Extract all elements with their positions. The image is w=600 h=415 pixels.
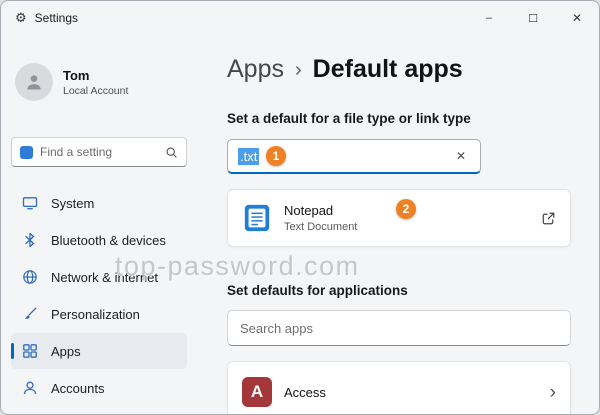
find-a-setting-input[interactable]: [40, 145, 158, 159]
sidebar-item-label: Apps: [51, 344, 81, 359]
breadcrumb-apps[interactable]: Apps: [227, 52, 284, 86]
close-icon[interactable]: ✕: [555, 1, 599, 35]
title-bar: ⚙ Settings – ☐ ✕: [1, 1, 599, 35]
globe-icon: [22, 269, 38, 285]
user-subtitle: Local Account: [63, 85, 128, 97]
chevron-right-icon: ›: [295, 51, 302, 87]
annotation-badge-1: 1: [266, 146, 286, 166]
sidebar-item-personalization[interactable]: Personalization: [11, 296, 187, 332]
account-person-icon: [22, 380, 38, 396]
main-content: Apps › Default apps Set a default for a …: [197, 35, 599, 414]
settings-window: top-password.com ⚙ Settings – ☐ ✕ Tom: [0, 0, 600, 415]
bluetooth-icon: [22, 232, 38, 248]
sidebar-item-apps[interactable]: Apps: [11, 333, 187, 369]
apps-section-heading: Set defaults for applications: [227, 283, 569, 298]
sidebar-item-accounts[interactable]: Accounts: [11, 370, 187, 406]
settings-gear-icon: ⚙: [15, 10, 27, 26]
search-apps-input[interactable]: [227, 310, 571, 346]
filetype-search-input[interactable]: .txt 1 ✕: [227, 139, 481, 174]
sidebar-item-network[interactable]: Network & internet: [11, 259, 187, 295]
user-name: Tom: [63, 68, 128, 83]
annotation-badge-2: 2: [396, 199, 416, 219]
user-account[interactable]: Tom Local Account: [11, 63, 187, 101]
window-title: Settings: [35, 11, 78, 25]
maximize-icon[interactable]: ☐: [511, 1, 555, 35]
sidebar-nav: System Bluetooth & devices: [11, 185, 187, 406]
window-controls: – ☐ ✕: [467, 1, 599, 35]
open-external-icon[interactable]: [541, 211, 556, 226]
sidebar: Tom Local Account: [1, 35, 197, 414]
sidebar-item-bluetooth[interactable]: Bluetooth & devices: [11, 222, 187, 258]
minimize-icon[interactable]: –: [467, 1, 511, 35]
find-a-setting-box[interactable]: [11, 137, 187, 167]
search-icon: [165, 146, 178, 159]
page-title: Default apps: [313, 52, 463, 86]
app-row-access[interactable]: A Access ›: [227, 361, 571, 414]
blue-accent-icon: [20, 146, 33, 159]
sidebar-item-label: Accounts: [51, 381, 104, 396]
app-row-name: Access: [284, 385, 326, 400]
sidebar-item-label: Personalization: [51, 307, 140, 322]
access-app-icon: A: [242, 377, 272, 407]
clear-icon[interactable]: ✕: [452, 147, 470, 165]
apps-grid-icon: [22, 343, 38, 359]
system-icon: [22, 195, 38, 211]
avatar: [15, 63, 53, 101]
breadcrumb: Apps › Default apps: [227, 51, 569, 87]
sidebar-item-label: Network & internet: [51, 270, 158, 285]
sidebar-item-label: Bluetooth & devices: [51, 233, 166, 248]
result-app-name: Notepad: [284, 203, 357, 218]
notepad-icon: [242, 203, 272, 233]
notepad-result-card[interactable]: Notepad Text Document 2: [227, 189, 571, 247]
result-file-type: Text Document: [284, 221, 357, 233]
person-icon: [24, 72, 44, 92]
chevron-right-icon: ›: [550, 383, 556, 402]
filetype-section-heading: Set a default for a file type or link ty…: [227, 111, 569, 126]
filetype-value: .txt: [238, 148, 259, 165]
sidebar-item-label: System: [51, 196, 94, 211]
sidebar-item-system[interactable]: System: [11, 185, 187, 221]
paintbrush-icon: [22, 306, 38, 322]
